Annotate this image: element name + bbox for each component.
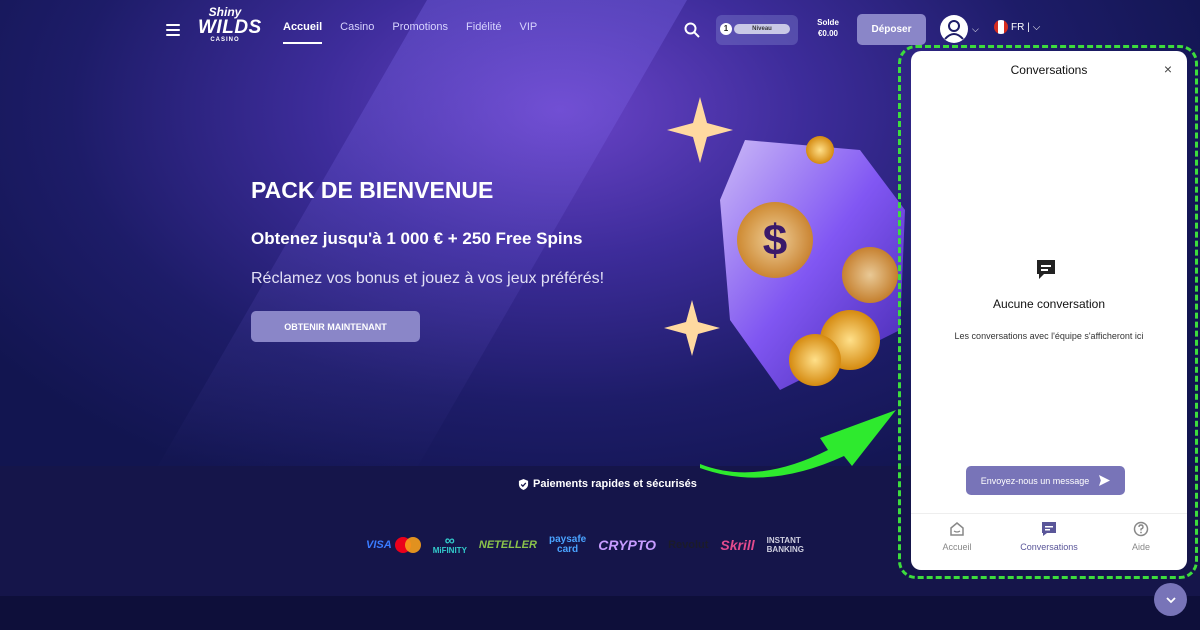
shield-check-icon xyxy=(518,478,529,490)
secure-payments-text: Paiements rapides et sécurisés xyxy=(533,478,697,490)
claim-bonus-button[interactable]: OBTENIR MAINTENANT xyxy=(251,311,420,342)
panel-divider xyxy=(911,513,1187,514)
menu-item-promotions[interactable]: Promotions xyxy=(392,21,448,44)
empty-state-description: Les conversations avec l'équipe s'affich… xyxy=(954,331,1144,341)
menu-item-accueil[interactable]: Accueil xyxy=(283,21,323,44)
mastercard-icon xyxy=(394,536,421,553)
menu-item-casino[interactable]: Casino xyxy=(340,21,374,44)
menu-item-fidelite[interactable]: Fidélité xyxy=(466,21,501,44)
tab-aide-label: Aide xyxy=(1131,542,1150,552)
neteller-logo: NETELLER xyxy=(478,538,537,551)
chevron-down-icon xyxy=(1165,596,1176,603)
mifinity-infinity-icon: ∞ xyxy=(444,532,455,548)
panel-title: Conversations xyxy=(1010,63,1088,77)
chat-bubble-icon xyxy=(1037,260,1055,279)
tab-conversations[interactable]: Conversations xyxy=(1003,521,1095,566)
secure-payments-note: Paiements rapides et sécurisés xyxy=(518,478,697,490)
tab-conversations-label: Conversations xyxy=(1020,542,1078,552)
main-menu: Accueil Casino Promotions Fidélité VIP xyxy=(283,21,537,44)
level-progress-widget[interactable]: 1 Niveau xyxy=(716,15,798,45)
user-avatar-icon[interactable] xyxy=(940,15,968,43)
mifinity-logo: ∞ MiFINITY xyxy=(432,532,467,555)
home-icon xyxy=(950,522,964,536)
payment-methods-list: VISA ∞ MiFINITY NETELLER paysafe card CR… xyxy=(366,532,804,555)
level-number-badge: 1 xyxy=(720,23,732,35)
hamburger-menu-icon[interactable] xyxy=(166,24,180,36)
balance-label: Solde xyxy=(817,18,839,27)
visa-mastercard-logo: VISA xyxy=(366,536,421,553)
language-selector[interactable]: FR | ⌵ xyxy=(994,20,1040,34)
conversations-icon xyxy=(1042,522,1056,536)
level-progress-bar: Niveau xyxy=(734,24,790,34)
dice-and-coins-illustration: $ xyxy=(664,97,905,390)
skrill-logo: Skrill xyxy=(720,536,755,553)
panel-tabs: Accueil Conversations Aide xyxy=(911,521,1187,566)
instant-banking-logo: INSTANT BANKING xyxy=(766,535,804,554)
deposit-button[interactable]: Déposer xyxy=(857,14,926,45)
scroll-down-button[interactable] xyxy=(1154,583,1187,616)
hero-title: PACK DE BIENVENUE xyxy=(251,177,494,203)
menu-item-vip[interactable]: VIP xyxy=(520,21,538,44)
send-icon xyxy=(1099,475,1111,486)
svg-text:$: $ xyxy=(763,216,787,265)
send-message-label: Envoyez-nous un message xyxy=(980,475,1090,486)
hero-subtitle: Obtenez jusqu'à 1 000 € + 250 Free Spins xyxy=(251,229,583,248)
balance-display: Solde €0.00 xyxy=(812,17,844,39)
revolut-logo: Revolut xyxy=(668,538,709,551)
hero-description: Réclamez vos bonus et jouez à vos jeux p… xyxy=(251,270,605,287)
chevron-down-icon: ⌵ xyxy=(1032,21,1041,33)
search-icon[interactable] xyxy=(684,22,700,38)
footer-background xyxy=(0,596,1200,630)
shiny-wilds-logo[interactable]: Shiny WILDS CASINO xyxy=(198,6,261,56)
balance-value: €0.00 xyxy=(817,29,839,38)
tab-accueil[interactable]: Accueil xyxy=(911,521,1003,566)
language-label: FR | xyxy=(1011,21,1030,33)
tab-aide[interactable]: Aide xyxy=(1095,521,1187,566)
paysafecard-logo: paysafe card xyxy=(548,533,587,555)
conversations-panel: Conversations × Aucune conversation Les … xyxy=(911,51,1187,570)
tab-accueil-label: Accueil xyxy=(942,542,972,552)
send-message-button[interactable]: Envoyez-nous un message xyxy=(966,466,1125,495)
canada-flag-icon xyxy=(994,20,1008,34)
close-icon[interactable]: × xyxy=(1161,62,1175,76)
green-arrow-annotation xyxy=(700,410,896,478)
help-icon xyxy=(1133,521,1149,537)
account-chevron-down-icon[interactable]: ⌵ xyxy=(972,24,979,35)
empty-state-title: Aucune conversation xyxy=(992,297,1106,311)
crypto-logo: CRYPTO xyxy=(598,536,657,553)
